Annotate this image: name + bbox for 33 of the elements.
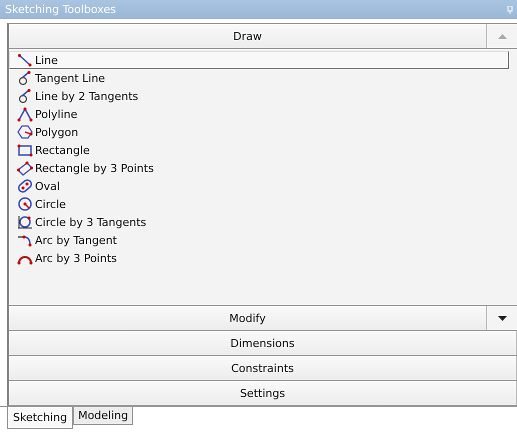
tangent-tool-icon bbox=[17, 88, 33, 104]
window-title: Sketching Toolboxes bbox=[5, 3, 116, 16]
tool-item[interactable]: Line bbox=[9, 51, 509, 69]
dropdown-button[interactable] bbox=[487, 306, 517, 330]
tool-item[interactable]: Line by 2 Tangents bbox=[9, 87, 509, 105]
caret-icon bbox=[498, 316, 506, 320]
oval-tool-icon bbox=[17, 178, 33, 194]
polygon-tool-icon bbox=[17, 124, 33, 140]
polyline-tool-icon bbox=[17, 106, 33, 122]
tool-item[interactable]: Arc by 3 Points bbox=[9, 249, 509, 267]
tangent-tool-icon bbox=[17, 70, 33, 86]
section-header[interactable]: Settings bbox=[9, 381, 517, 405]
tool-item[interactable]: Circle bbox=[9, 195, 509, 213]
tab[interactable]: Sketching bbox=[7, 407, 74, 429]
tool-item[interactable]: Tangent Line bbox=[9, 69, 509, 87]
tool-item[interactable]: Circle by 3 Tangents bbox=[9, 213, 509, 231]
tool-item[interactable]: Rectangle by 3 Points bbox=[9, 159, 509, 177]
tool-item[interactable]: Rectangle bbox=[9, 141, 509, 159]
tab[interactable]: Modeling bbox=[73, 407, 134, 425]
tool-item[interactable]: Polygon bbox=[9, 123, 509, 141]
scroll-up-icon bbox=[498, 34, 506, 38]
line-tool-icon bbox=[17, 52, 33, 68]
tool-item[interactable]: Arc by Tangent bbox=[9, 231, 509, 249]
tool-item[interactable]: Polyline bbox=[9, 105, 509, 123]
tool-item[interactable]: Oval bbox=[9, 177, 509, 195]
section-header[interactable]: Constraints bbox=[9, 356, 517, 380]
circle-tool-icon bbox=[17, 196, 33, 212]
scroll-up-button[interactable] bbox=[487, 24, 517, 48]
section-header[interactable]: Dimensions bbox=[9, 331, 517, 355]
rectangle-tool-icon bbox=[17, 142, 33, 158]
pin-icon[interactable] bbox=[507, 6, 513, 14]
section-header[interactable]: Draw bbox=[9, 24, 487, 48]
section-header[interactable]: Modify bbox=[9, 306, 487, 330]
